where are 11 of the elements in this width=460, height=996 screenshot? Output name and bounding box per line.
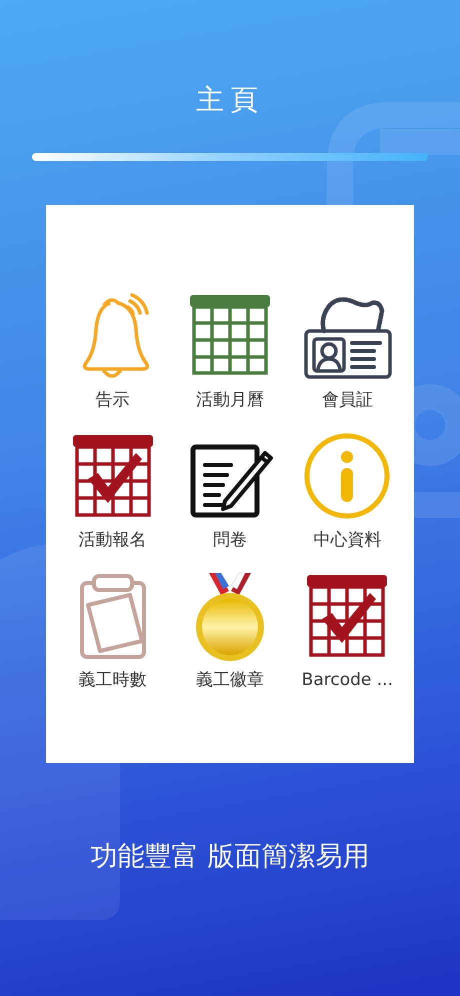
menu-label[interactable]: 義工時數 <box>78 670 147 690</box>
menu-label[interactable]: 問卷 <box>212 530 247 550</box>
menu-label[interactable]: 活動月曆 <box>196 390 264 410</box>
menu-label[interactable]: 會員証 <box>322 390 373 410</box>
menu-label[interactable]: 義工徽章 <box>196 670 264 690</box>
menu-label[interactable]: Barcode ... <box>302 670 393 690</box>
tagline: 功能豐富 版面簡潔易用 <box>90 840 370 874</box>
menu-label[interactable]: 告示 <box>96 390 130 410</box>
menu-label[interactable]: 活動報名 <box>78 530 147 550</box>
menu-label[interactable]: 中心資料 <box>313 530 382 550</box>
page-title: 主頁 <box>196 82 264 118</box>
